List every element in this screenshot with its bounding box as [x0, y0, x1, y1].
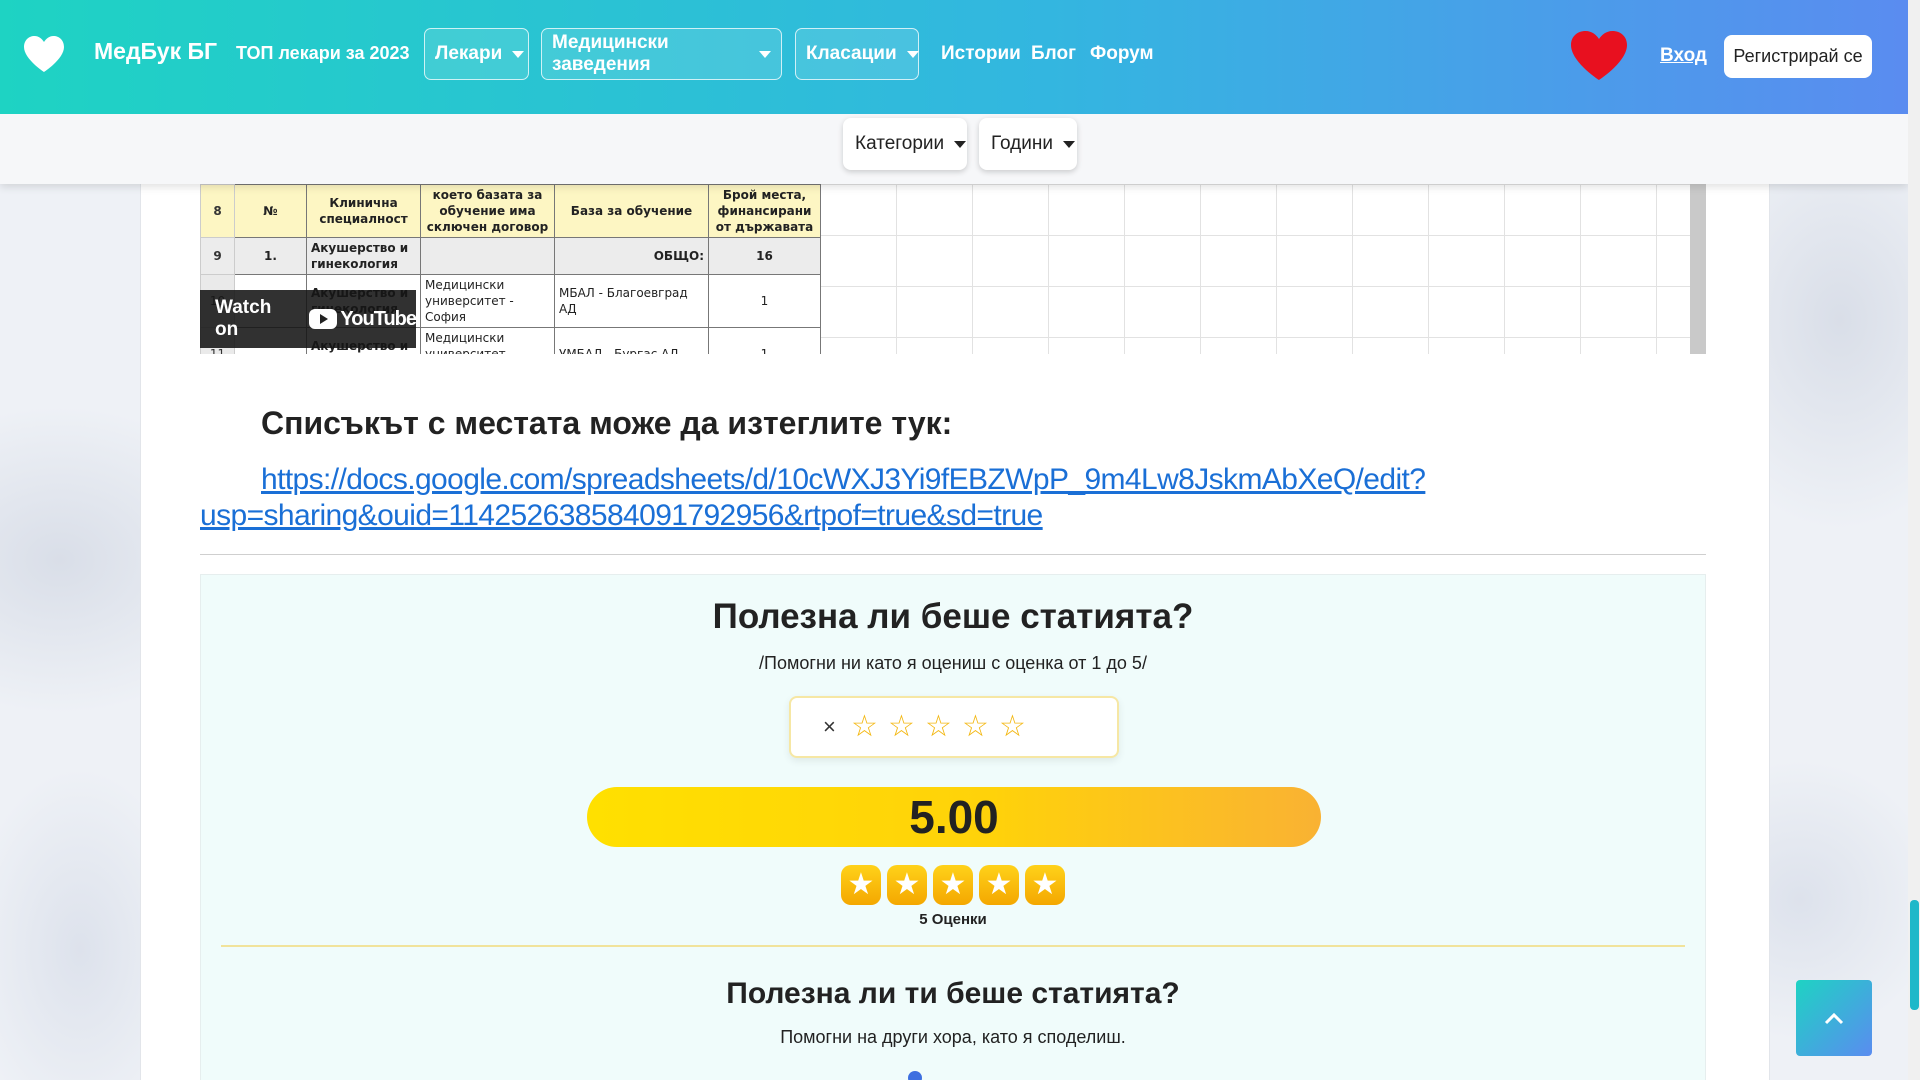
caret-down-icon [1062, 140, 1075, 148]
nav-dropdown-rankings[interactable]: Класации [795, 28, 919, 80]
nav-link-forum[interactable]: Форум [1090, 43, 1154, 65]
table-cell: Медицински университет - Варна [420, 327, 555, 354]
table-cell: ОБЩО: [554, 237, 709, 275]
play-icon [309, 309, 338, 329]
table-header: което базата за обучение има сключен дог… [420, 184, 555, 238]
spreadsheet-link[interactable]: https://docs.google.com/spreadsheets/d/1… [200, 462, 1426, 534]
star-outline-icon[interactable]: ☆ [999, 712, 1026, 742]
youtube-logo: YouTube [309, 307, 417, 331]
top-navbar: МедБук БГ ТОП лекари за 2023 Лекари Меди… [0, 0, 1908, 114]
table-cell: 1 [708, 274, 821, 328]
heart-icon[interactable] [22, 34, 66, 74]
nav-dropdown-facilities[interactable]: Медицински заведения [541, 28, 782, 80]
table-header: База за обучение [554, 184, 709, 238]
share-subtitle: Помогни на други хора, като я споделиш. [780, 1027, 1126, 1047]
table-header: Брой места, финансирани от държавата [708, 184, 821, 238]
categories-label: Категории [855, 133, 945, 154]
star-outline-icon[interactable]: ☆ [888, 712, 915, 742]
sub-navbar: Категории Години [0, 114, 1908, 184]
years-dropdown[interactable]: Години [979, 118, 1077, 170]
star-filled-icon: ★ [1025, 865, 1065, 905]
brand-name[interactable]: МедБук БГ [94, 38, 217, 65]
star-filled-icon: ★ [933, 865, 973, 905]
scrollbar-thumb[interactable] [1910, 900, 1919, 1010]
table-row: 8 № Клинична специалност което базата за… [200, 184, 821, 238]
table-header: Клинична специалност [306, 184, 421, 238]
rating-subtitle: /Помогни ни като я оцениш с оценка от 1 … [759, 653, 1147, 673]
heart-icon[interactable] [1568, 28, 1630, 82]
nav-dropdown-doctors[interactable]: Лекари [424, 28, 529, 80]
clear-rating-icon[interactable]: × [823, 714, 836, 740]
row-number: 8 [200, 184, 235, 238]
star-filled-icon: ★ [841, 865, 881, 905]
login-link[interactable]: Вход [1660, 45, 1707, 67]
star-filled-icon: ★ [979, 865, 1019, 905]
table-cell: 1 [708, 327, 821, 354]
watch-on-label: Watch on [215, 297, 272, 340]
youtube-embed[interactable]: 8 № Клинична специалност което базата за… [200, 184, 1706, 354]
caret-down-icon [906, 50, 919, 58]
average-stars: ★ ★ ★ ★ ★ [841, 865, 1065, 905]
nav-dropdown-label: Лекари [435, 43, 503, 64]
watch-on-youtube-button[interactable]: Watch on YouTube [200, 290, 417, 348]
share-title: Полезна ли ти беше статията? [726, 977, 1180, 1010]
divider [200, 554, 1706, 555]
categories-dropdown[interactable]: Категории [843, 118, 967, 170]
average-score: 5.00 [587, 787, 1321, 847]
table-cell: МБАЛ - Благоевград АД [554, 274, 709, 328]
caret-down-icon [512, 50, 525, 58]
list-heading: Списъкът с местата може да изтеглите тук… [261, 405, 953, 441]
star-outline-icon[interactable]: ☆ [925, 712, 952, 742]
page-scrollbar[interactable] [1908, 0, 1920, 1080]
star-filled-icon: ★ [887, 865, 927, 905]
table-cell: Медицински университет - София [420, 274, 555, 328]
nav-dropdown-label: Медицински заведения [552, 32, 669, 75]
nav-link-blog[interactable]: Блог [1031, 43, 1076, 65]
table-cell [420, 237, 555, 275]
table-cell: 16 [708, 237, 821, 275]
table-cell: 1. [234, 237, 307, 275]
votes-count: 5 Оценки [919, 911, 987, 928]
caret-down-icon [759, 50, 771, 58]
table-row: 9 1. Акушерство и гинекология ОБЩО: 16 [200, 237, 821, 275]
back-to-top-button[interactable] [1796, 980, 1872, 1056]
star-outline-icon[interactable]: ☆ [962, 712, 989, 742]
star-rating-input[interactable]: × ☆ ☆ ☆ ☆ ☆ [789, 696, 1119, 758]
star-outline-icon[interactable]: ☆ [851, 712, 878, 742]
divider [221, 945, 1685, 947]
register-button[interactable]: Регистрирай се [1724, 35, 1872, 78]
caret-down-icon [954, 140, 967, 148]
years-label: Години [991, 133, 1053, 154]
table-cell: Акушерство и гинекология [306, 237, 421, 275]
table-cell: УМБАЛ - Бургас АД [554, 327, 709, 354]
nav-link-top-doctors[interactable]: ТОП лекари за 2023 [236, 43, 410, 64]
nav-dropdown-label: Класации [806, 43, 897, 64]
rating-section: Полезна ли беше статията? /Помогни ни ка… [200, 574, 1706, 1080]
nav-link-stories[interactable]: Истории [941, 43, 1021, 65]
share-icon[interactable] [908, 1071, 922, 1080]
youtube-wordmark: YouTube [340, 307, 417, 330]
row-number: 9 [200, 237, 235, 275]
table-header: № [234, 184, 307, 238]
rating-title: Полезна ли беше статията? [712, 597, 1194, 636]
chevron-up-icon [1824, 1012, 1844, 1025]
